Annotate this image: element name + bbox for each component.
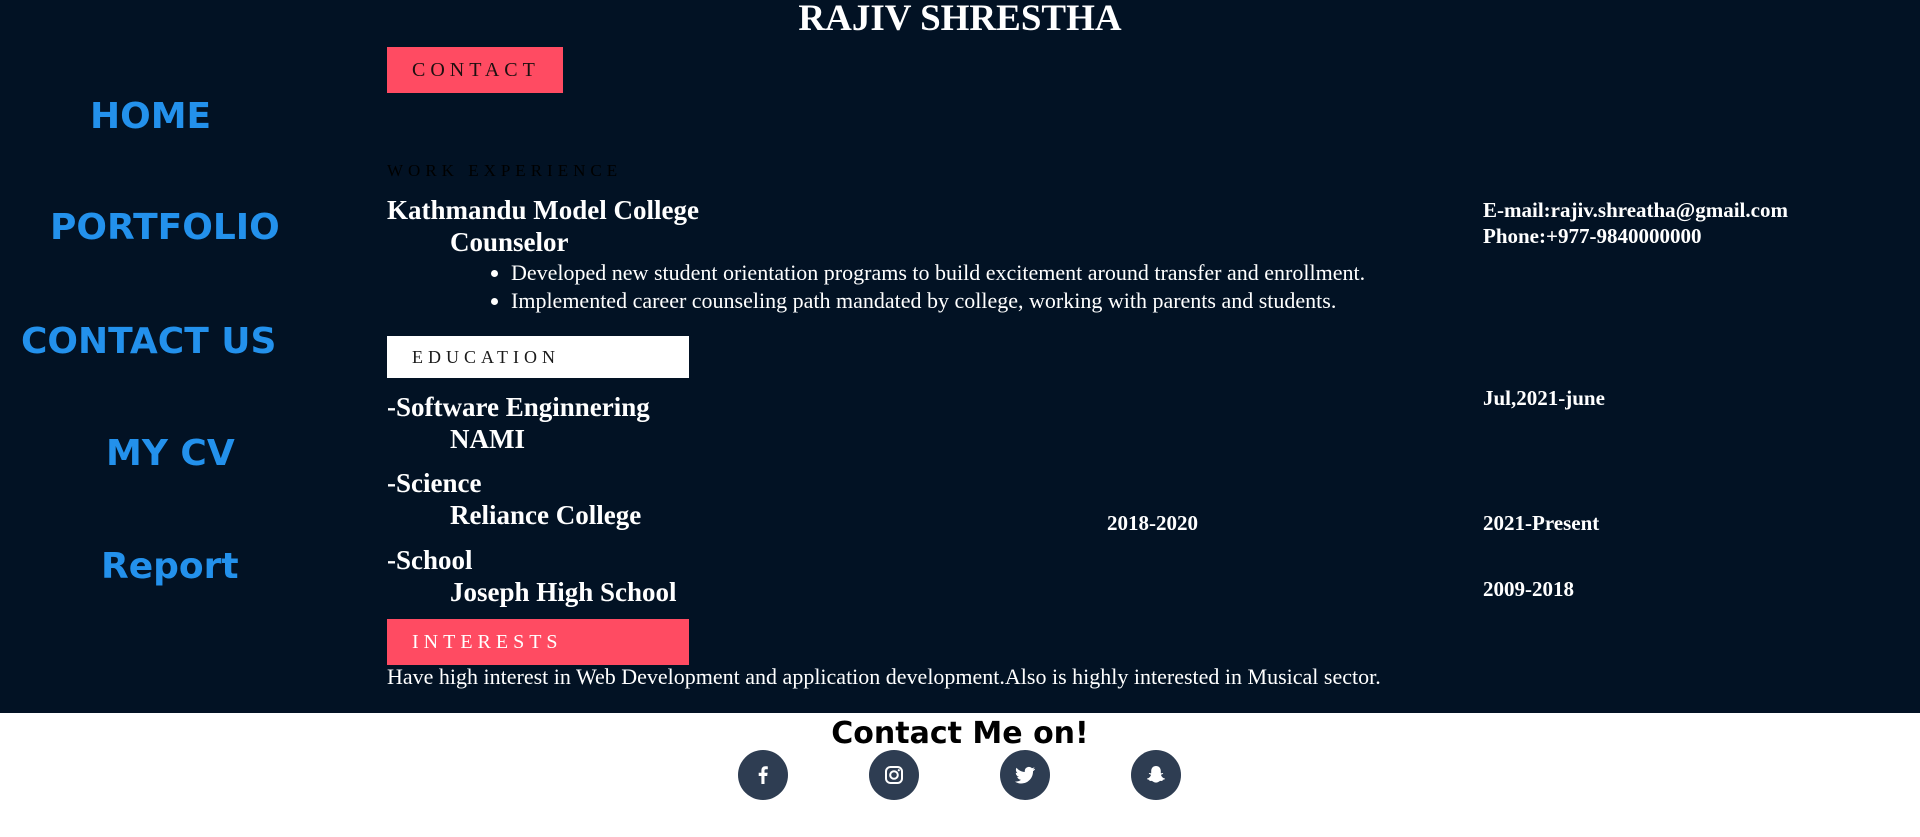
education-school: Reliance College (450, 500, 642, 530)
work-company: Kathmandu Model College (387, 195, 700, 225)
nav-home-link[interactable]: HOME (90, 99, 211, 135)
education-date: 2021-Present (1483, 511, 1600, 535)
nav-report-link[interactable]: Report (101, 549, 239, 585)
education-degree: -School (387, 545, 473, 575)
work-experience-section-label: WORK EXPERIENCE (387, 161, 623, 180)
nav-portfolio-link[interactable]: PORTFOLIO (50, 210, 280, 246)
contact-section-label: CONTACT (387, 47, 563, 93)
nav-my-cv-link[interactable]: MY CV (106, 436, 235, 472)
work-role: Counselor (450, 227, 569, 257)
snapchat-icon (1147, 766, 1165, 783)
instagram-button[interactable] (869, 750, 919, 800)
education-degree: -Software Enginnering (387, 392, 650, 422)
facebook-button[interactable] (738, 750, 788, 800)
education-date: 2009-2018 (1483, 577, 1574, 601)
contact-me-heading: Contact Me on! (831, 716, 1089, 751)
education-school: Joseph High School (450, 577, 677, 607)
interests-text: Have high interest in Web Development an… (387, 664, 1381, 689)
education-degree: -Science (387, 468, 482, 498)
list-item: Developed new student orientation progra… (511, 259, 1365, 287)
main-panel (0, 0, 1920, 713)
contact-email: E-mail:rajiv.shreatha@gmail.com (1483, 198, 1788, 222)
facebook-icon (758, 766, 768, 784)
contact-phone: Phone:+977-9840000000 (1483, 224, 1702, 248)
education-date: Jul,2021-june (1483, 386, 1605, 410)
education-school: NAMI (450, 424, 525, 454)
nav-contact-us-link[interactable]: CONTACT US (21, 324, 276, 360)
work-duties-list: Developed new student orientation progra… (487, 259, 1365, 315)
snapchat-button[interactable] (1131, 750, 1181, 800)
education-date: 2018-2020 (1107, 511, 1198, 535)
twitter-button[interactable] (1000, 750, 1050, 800)
instagram-icon (885, 766, 903, 784)
page-title: RAJIV SHRESTHA (798, 0, 1122, 39)
twitter-icon (1015, 766, 1035, 784)
interests-section-label: INTERESTS (387, 619, 689, 665)
list-item: Implemented career counseling path manda… (511, 287, 1365, 315)
education-section-label: EDUCATION (387, 336, 689, 378)
